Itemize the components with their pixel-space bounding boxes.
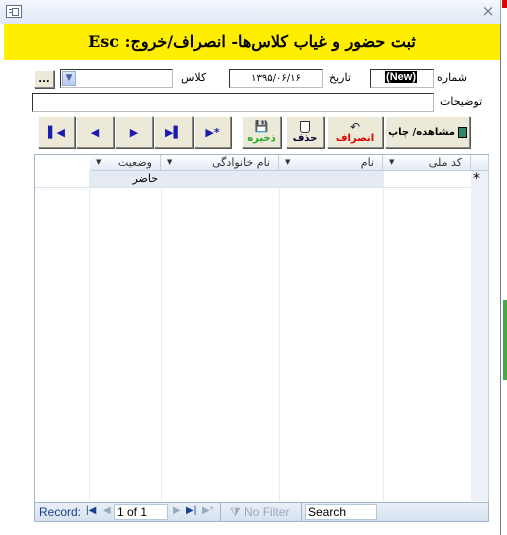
dropdown-arrow-icon[interactable]: ▼	[167, 155, 172, 170]
next-record-icon[interactable]: ▶	[173, 505, 181, 516]
notes-field[interactable]	[32, 93, 434, 112]
record-label: Record:	[39, 505, 82, 519]
first-record-button[interactable]: ▌◀	[38, 116, 75, 148]
next-record-button[interactable]: ▶	[115, 116, 153, 148]
record-selector-column[interactable]	[471, 171, 489, 501]
search-input[interactable]: Search	[305, 504, 377, 520]
dropdown-arrow-icon[interactable]: ▼	[96, 155, 101, 170]
date-label: تاریخ	[329, 71, 351, 84]
no-filter-button[interactable]: ⧩ No Filter	[230, 505, 289, 520]
save-button[interactable]: 💾 ذخیره	[242, 116, 281, 148]
previous-record-button[interactable]: ◀	[76, 116, 114, 148]
dropdown-arrow-icon[interactable]: ▼	[285, 155, 290, 170]
book-icon	[457, 126, 467, 138]
record-navigation-bar: Record: |◀ ◀ 1 of 1 ▶ ▶| ▶* ⧩ No Filter …	[35, 502, 488, 521]
new-row-name-cells[interactable]	[161, 171, 383, 187]
notes-label: توضیحات	[440, 95, 483, 108]
first-record-icon[interactable]: |◀	[86, 505, 96, 516]
column-header-label: نام	[360, 156, 374, 169]
class-combobox[interactable]: ▼	[60, 69, 173, 88]
print-preview-label: مشاهده/ چاپ	[388, 126, 455, 138]
close-button[interactable]: ×	[480, 3, 496, 20]
column-header-label: نام خانوادگی	[212, 156, 270, 169]
attendance-datasheet[interactable]: کد ملی ▼ نام ▼ نام خانوادگی ▼ وضعیت ▼ * حاضر	[34, 154, 489, 522]
column-header-label: کد ملی	[428, 156, 462, 169]
last-record-icon[interactable]: ▶|	[186, 505, 196, 516]
column-header-first-name[interactable]: نام ▼	[279, 155, 383, 171]
select-all-corner[interactable]	[471, 155, 489, 171]
background-window-edge	[502, 0, 507, 8]
class-label: کلاس	[181, 71, 207, 84]
form-header-title: ثبت حضور و غیاب کلاس‌ها- انصراف/خروج: Es…	[4, 24, 500, 60]
new-record-button[interactable]: ▶*	[194, 116, 231, 148]
new-row-status-cell[interactable]: حاضر	[90, 171, 161, 187]
save-icon: 💾	[254, 119, 269, 133]
chevron-down-icon[interactable]: ▼	[62, 71, 76, 86]
form-icon	[6, 5, 22, 18]
previous-record-icon[interactable]: ◀	[103, 505, 111, 516]
no-filter-label: No Filter	[244, 505, 290, 519]
background-window-edge	[503, 300, 507, 380]
save-label: ذخیره	[247, 132, 276, 144]
last-record-button[interactable]: ▶▌	[154, 116, 193, 148]
new-row-marker: *	[473, 171, 480, 187]
undo-label: انصراف	[335, 132, 375, 144]
dropdown-arrow-icon[interactable]: ▼	[389, 155, 394, 170]
column-header-last-name[interactable]: نام خانوادگی ▼	[161, 155, 279, 171]
browse-button[interactable]: ...	[34, 70, 54, 88]
number-value: (New)	[385, 71, 417, 83]
filter-icon: ⧩	[230, 505, 245, 519]
current-record-field[interactable]: 1 of 1	[114, 504, 168, 520]
undo-icon: ↶	[349, 119, 361, 134]
new-record-icon[interactable]: ▶*	[202, 505, 214, 516]
column-header-status[interactable]: وضعیت ▼	[90, 155, 161, 171]
delete-label: حذف	[292, 132, 318, 144]
trash-icon	[300, 120, 310, 133]
title-bar	[0, 0, 501, 24]
delete-button[interactable]: حذف	[286, 116, 324, 148]
number-field[interactable]: (New)	[370, 69, 434, 88]
number-label: شماره	[437, 71, 468, 84]
print-preview-button[interactable]: مشاهده/ چاپ	[385, 116, 470, 148]
undo-button[interactable]: ↶ انصراف	[327, 116, 383, 148]
column-header-label: وضعیت	[117, 156, 152, 169]
column-header-national-id[interactable]: کد ملی ▼	[383, 155, 471, 171]
date-field[interactable]: ۱۳۹۵/۰۶/۱۶	[229, 69, 323, 88]
